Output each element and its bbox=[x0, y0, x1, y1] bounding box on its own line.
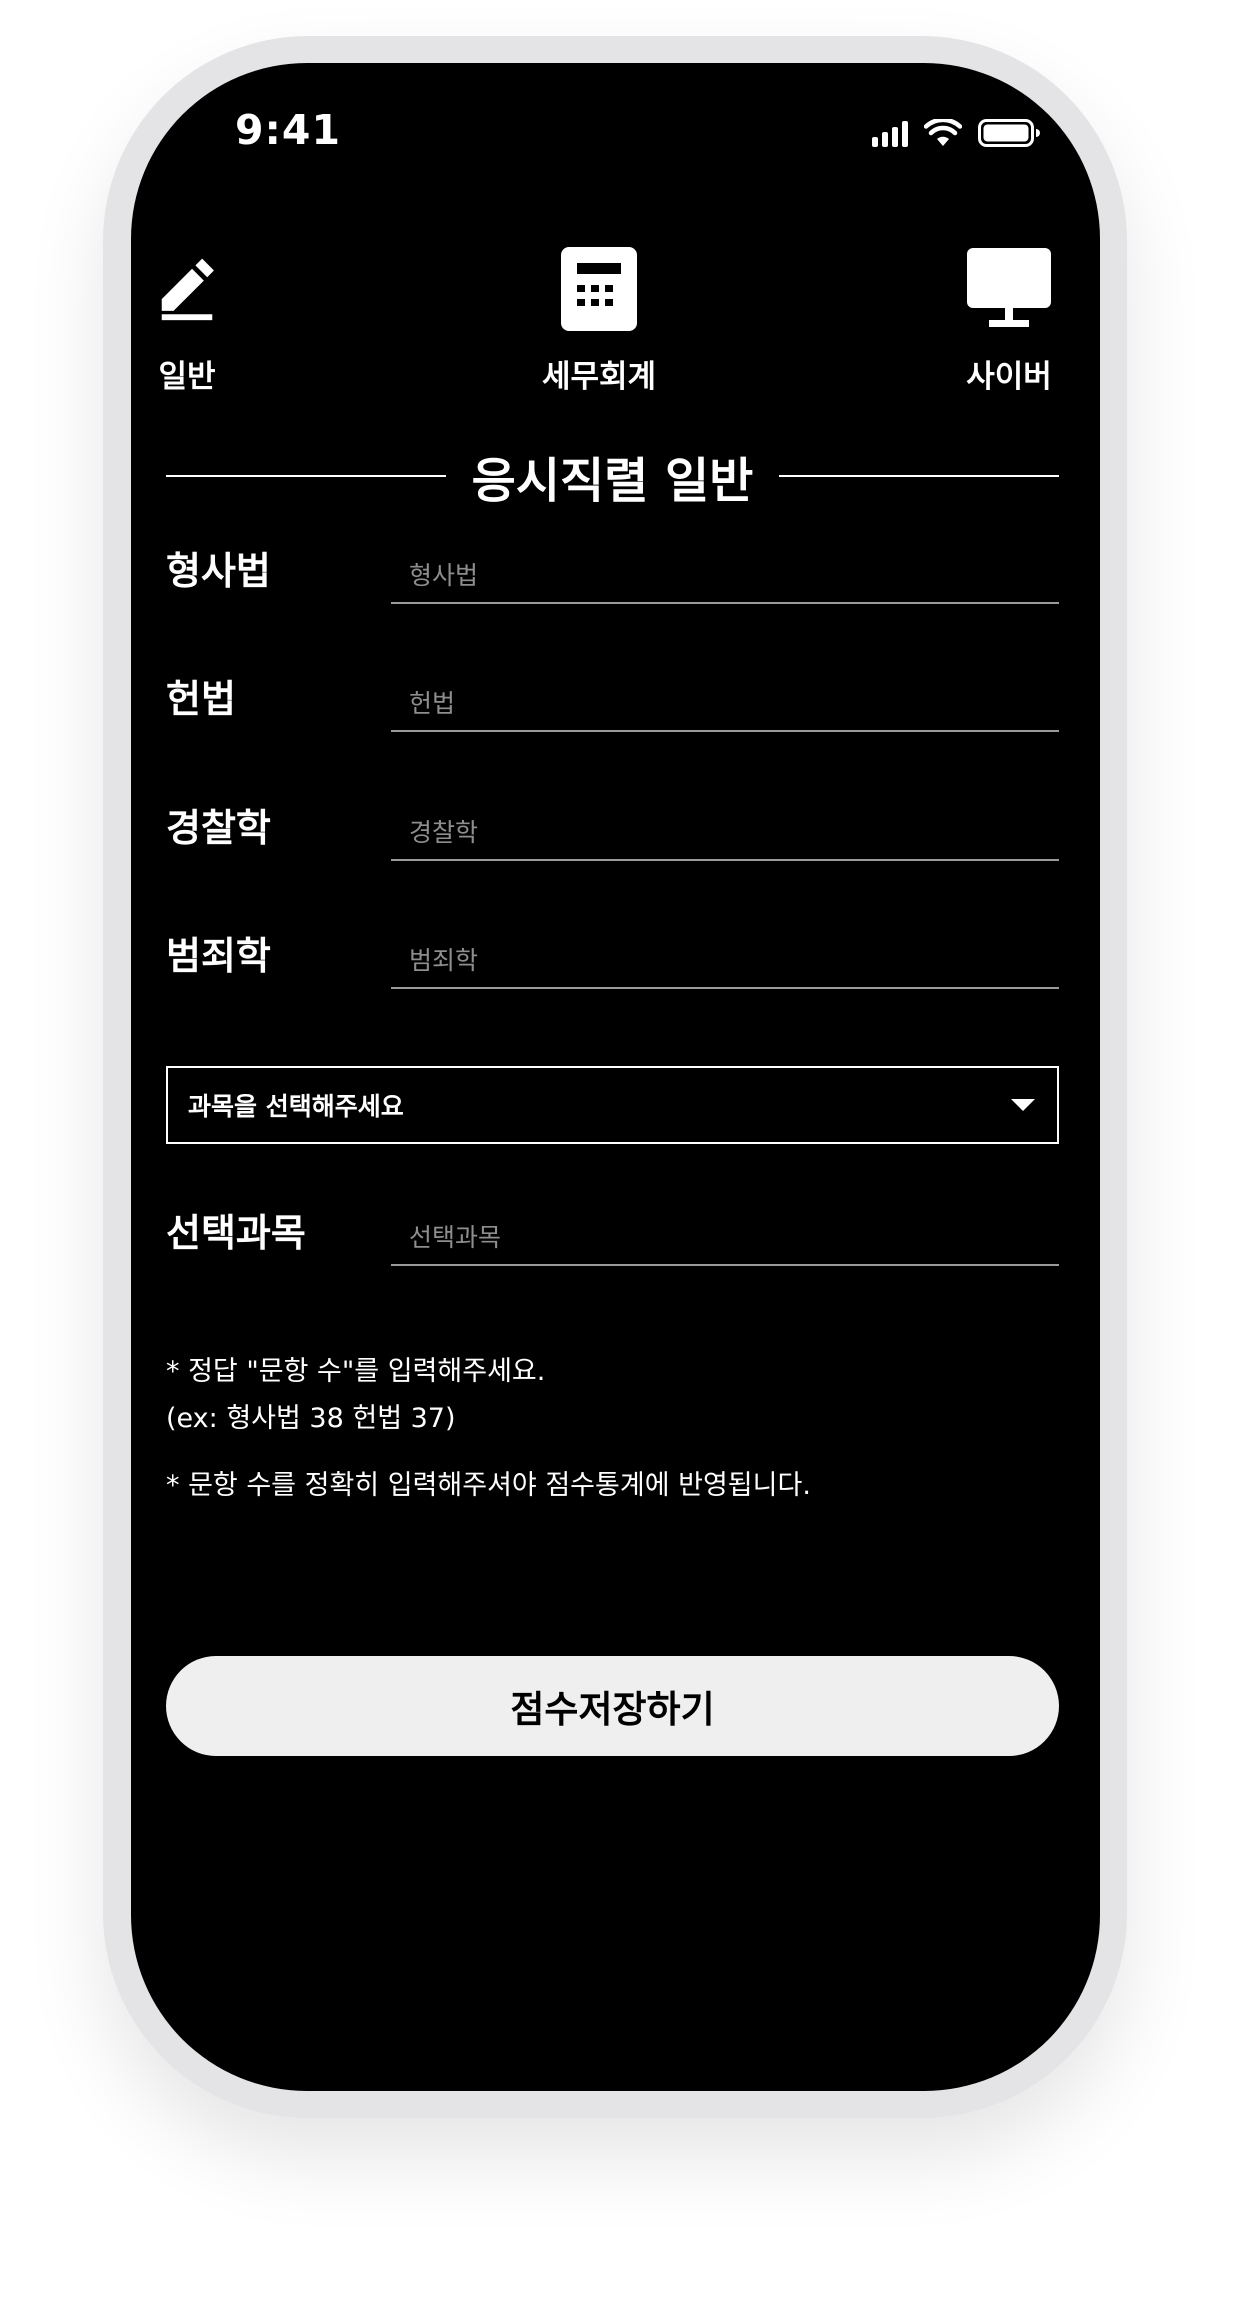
field-label: 형사법 bbox=[166, 549, 271, 593]
subject-select[interactable]: 과목을 선택해주세요 bbox=[166, 1066, 1059, 1144]
subject-select-value: 과목을 선택해주세요 bbox=[188, 1092, 404, 1121]
section-title-row: 응시직렬 일반 bbox=[166, 446, 1060, 509]
save-score-button[interactable]: 점수저장하기 bbox=[166, 1656, 1059, 1756]
field-label: 경찰학 bbox=[166, 806, 271, 850]
cellular-signal-icon bbox=[872, 121, 908, 147]
chevron-down-icon bbox=[1011, 1099, 1035, 1111]
calculator-icon bbox=[529, 247, 669, 331]
status-icons bbox=[872, 117, 1040, 147]
pencil-icon bbox=[155, 249, 219, 329]
phone-screen: 9:41 일반 세무회계 사이버 응시직렬 일반 형사법 형사법 헌법 헌법 경… bbox=[131, 63, 1100, 2091]
field-row-criminology: 범죄학 bbox=[166, 925, 1059, 995]
note-text: * 문항 수를 정확히 입력해주셔야 점수통계에 반영됩니다. bbox=[166, 1470, 811, 1501]
field-row-constitution: 헌법 bbox=[166, 668, 1059, 738]
field-row-criminal-law: 형사법 bbox=[166, 540, 1059, 610]
instruction-notes: * 정답 "문항 수"를 입력해주세요. (ex: 형사법 38 헌법 37) … bbox=[166, 1348, 1059, 1509]
battery-icon bbox=[978, 119, 1040, 147]
category-label: 세무회계 bbox=[541, 359, 657, 395]
elective-input[interactable] bbox=[391, 1210, 1059, 1266]
category-tab-cyber[interactable]: 사이버 bbox=[959, 248, 1059, 396]
field-row-police-science: 경찰학 bbox=[166, 797, 1059, 867]
status-time: 9:41 bbox=[235, 106, 341, 154]
category-tab-general[interactable]: 일반 bbox=[155, 249, 219, 396]
field-label: 선택과목 bbox=[166, 1211, 306, 1255]
category-label: 사이버 bbox=[966, 359, 1052, 395]
note-text: * 정답 "문항 수"를 입력해주세요. bbox=[166, 1356, 546, 1387]
category-label: 일반 bbox=[158, 359, 216, 395]
divider bbox=[779, 475, 1060, 477]
police-science-input[interactable] bbox=[391, 805, 1059, 861]
field-label: 헌법 bbox=[166, 677, 236, 721]
criminal-law-input[interactable] bbox=[391, 548, 1059, 604]
divider bbox=[166, 475, 446, 477]
criminology-input[interactable] bbox=[391, 933, 1059, 989]
monitor-icon bbox=[959, 248, 1059, 329]
constitution-input[interactable] bbox=[391, 676, 1059, 732]
wifi-icon bbox=[924, 119, 962, 146]
section-title: 응시직렬 일반 bbox=[471, 453, 754, 509]
field-row-elective: 선택과목 bbox=[166, 1202, 1059, 1272]
note-text: (ex: 형사법 38 헌법 37) bbox=[166, 1403, 456, 1434]
category-tab-tax-accounting[interactable]: 세무회계 bbox=[529, 247, 669, 396]
field-label: 범죄학 bbox=[166, 934, 271, 978]
